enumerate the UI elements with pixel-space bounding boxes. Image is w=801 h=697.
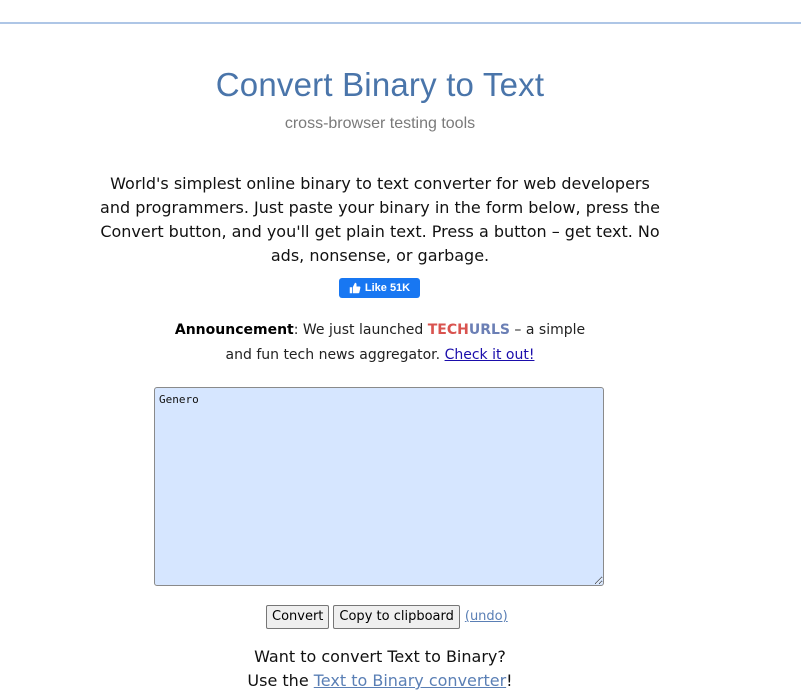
announcement-label: Announcement xyxy=(174,322,294,338)
check-it-out-link[interactable]: Check it out! xyxy=(445,347,535,363)
action-buttons: Convert Copy to clipboard (undo) xyxy=(266,604,508,629)
intro-text: World's simplest online binary to text c… xyxy=(100,174,660,265)
top-divider xyxy=(0,22,801,24)
facebook-like-button[interactable]: Like 51K xyxy=(339,278,420,298)
binary-input-textarea[interactable]: Genero xyxy=(154,387,604,586)
thumbs-up-icon xyxy=(349,282,361,294)
convert-button[interactable]: Convert xyxy=(266,604,330,629)
like-label: Like 51K xyxy=(364,282,411,294)
undo-link[interactable]: (undo) xyxy=(465,609,508,624)
page-title: Convert Binary to Text xyxy=(215,66,545,103)
footer: Want to convert Text to Binary? Use the … xyxy=(180,645,580,693)
techurls-brand-urls: URLS xyxy=(468,322,510,338)
announcement: Announcement: We just launched TECHURLS … xyxy=(160,318,600,368)
copy-to-clipboard-button[interactable]: Copy to clipboard xyxy=(333,604,460,629)
page: Convert Binary to Text cross-browser tes… xyxy=(0,0,801,697)
page-subtitle: cross-browser testing tools xyxy=(284,115,476,132)
techurls-brand-tech: TECH xyxy=(427,322,469,338)
footer-question: Want to convert Text to Binary? xyxy=(254,647,506,666)
announcement-text-before: : We just launched xyxy=(293,322,428,338)
footer-suggestion: Use the Text to Binary converter! xyxy=(180,669,580,693)
text-to-binary-link[interactable]: Text to Binary converter xyxy=(314,671,506,690)
footer-text-before: Use the xyxy=(247,671,314,690)
footer-text-after: ! xyxy=(506,671,513,690)
